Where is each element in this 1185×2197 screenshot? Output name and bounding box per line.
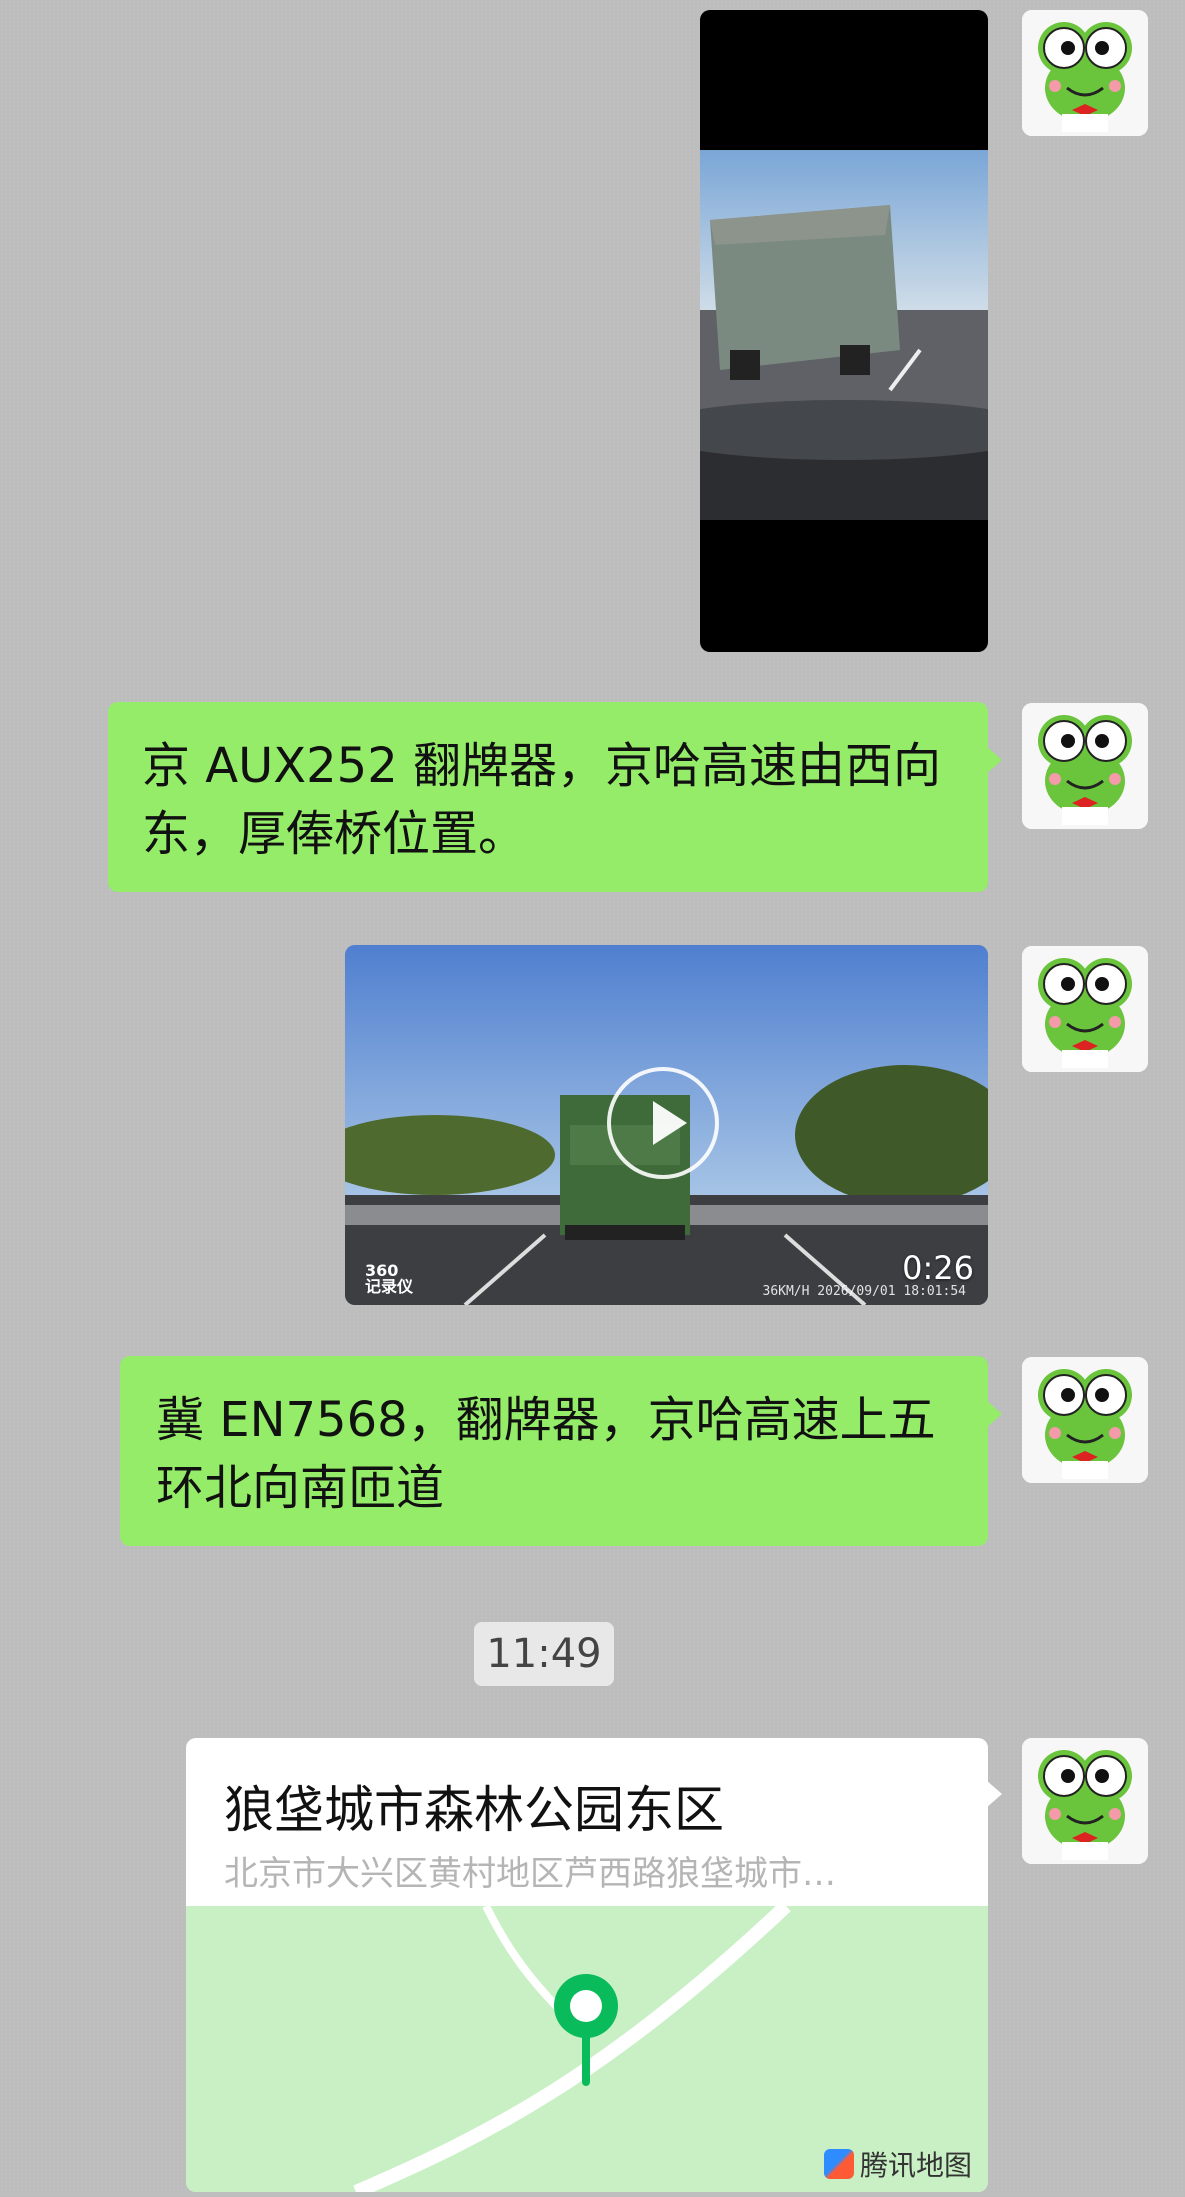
frog-avatar-icon — [1022, 10, 1148, 136]
map-preview[interactable]: 腾讯地图 — [186, 1906, 988, 2192]
avatar-icon[interactable] — [1022, 1738, 1148, 1864]
sent-text-bubble[interactable]: 冀 EN7568，翻牌器，京哈高速上五环北向南匝道 — [120, 1356, 1002, 1546]
avatar-icon[interactable] — [1022, 946, 1148, 1072]
tencent-map-logo-icon — [823, 2149, 854, 2179]
chat-timestamp: 11:49 — [474, 1622, 614, 1686]
video-message-portrait[interactable] — [700, 10, 988, 652]
map-brand-label: 腾讯地图 — [859, 2149, 972, 2182]
avatar-icon[interactable] — [1022, 10, 1148, 136]
frog-avatar-icon — [1022, 703, 1148, 829]
message-text: 京 AUX252 翻牌器，京哈高速由西向东，厚俸桥位置。 — [142, 738, 941, 862]
location-card[interactable]: 狼垡城市森林公园东区 北京市大兴区黄村地区芦西路狼垡城市… 腾讯地图 — [186, 1738, 988, 2192]
video-duration: 0:26 — [902, 1249, 974, 1287]
sent-text-bubble[interactable]: 京 AUX252 翻牌器，京哈高速由西向东，厚俸桥位置。 — [108, 702, 1002, 892]
avatar-icon[interactable] — [1022, 703, 1148, 829]
frog-avatar-icon — [1022, 1738, 1148, 1864]
bubble-tail — [986, 1780, 1002, 1808]
video-message-landscape[interactable]: 360 记录仪 36KM/H 2026/09/01 18:01:54 0:26 — [345, 945, 988, 1305]
map-brand: 腾讯地图 — [823, 2144, 972, 2184]
frog-avatar-icon — [1022, 1357, 1148, 1483]
message-text: 冀 EN7568，翻牌器，京哈高速上五环北向南匝道 — [156, 1392, 936, 1516]
frog-avatar-icon — [1022, 946, 1148, 1072]
avatar-icon[interactable] — [1022, 1357, 1148, 1483]
play-icon[interactable] — [607, 1067, 719, 1179]
dashcam-brand-label: 360 记录仪 — [365, 1261, 414, 1296]
location-title: 狼垡城市森林公园东区 — [224, 1781, 724, 1839]
video-thumbnail-image — [700, 150, 988, 520]
location-address: 北京市大兴区黄村地区芦西路狼垡城市… — [224, 1854, 836, 1894]
